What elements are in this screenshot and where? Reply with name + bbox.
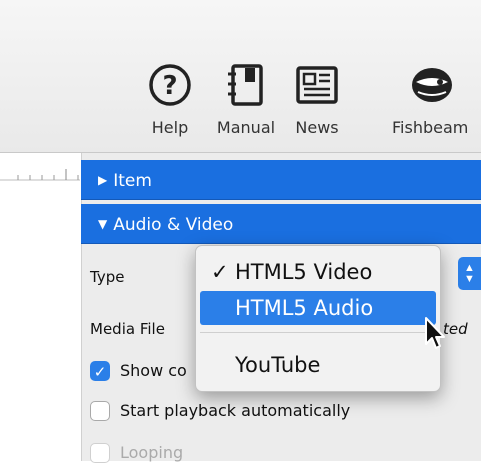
fishbeam-label: Fishbeam [392, 118, 469, 137]
start-playback-label: Start playback automatically [120, 401, 351, 420]
svg-text:?: ? [162, 71, 177, 101]
show-controls-label: Show co [120, 361, 187, 380]
question-circle-icon: ? [149, 64, 191, 106]
mouse-pointer-icon [425, 317, 445, 349]
type-select-stepper[interactable]: ▲ ▼ [458, 257, 481, 290]
menu-item-html5-video[interactable]: ✓ HTML5 Video [200, 255, 436, 289]
help-label: Help [151, 118, 189, 137]
manual-button[interactable]: Manual [208, 62, 284, 146]
type-label: Type [90, 268, 125, 286]
section-audio-video-title: Audio & Video [113, 215, 234, 235]
section-audio-video-header[interactable]: ▼ Audio & Video [81, 204, 481, 244]
fishbeam-button[interactable]: Fishbeam [392, 62, 481, 146]
help-button[interactable]: ? Help [132, 62, 208, 146]
disclosure-down-icon: ▼ [98, 217, 108, 231]
disclosure-right-icon: ▶ [98, 173, 108, 187]
menu-item-label: HTML5 Video [235, 260, 373, 284]
start-playback-checkbox[interactable]: Start playback automatically [90, 400, 410, 424]
looping-checkbox: Looping [90, 442, 250, 466]
ruler [0, 169, 80, 181]
media-file-label: Media File [90, 320, 165, 338]
chevron-up-icon: ▲ [464, 262, 475, 274]
newspaper-icon [296, 66, 338, 104]
checkbox-unchecked-icon [90, 443, 110, 463]
type-popup-menu: ✓ HTML5 Video HTML5 Audio YouTube [195, 245, 441, 392]
canvas-area [0, 153, 80, 461]
checkbox-unchecked-icon [90, 401, 110, 421]
manual-label: Manual [216, 118, 276, 137]
news-button[interactable]: News [279, 62, 355, 146]
toolbar: ? Help Manual News Fishbeam [0, 0, 481, 153]
section-item-header[interactable]: ▶ Item [81, 160, 481, 200]
menu-item-html5-audio[interactable]: HTML5 Audio [200, 291, 436, 325]
checkbox-checked-icon: ✓ [90, 361, 110, 381]
news-label: News [295, 118, 339, 137]
book-icon [228, 64, 263, 106]
chevron-down-icon: ▼ [464, 273, 475, 285]
checkmark-icon: ✓ [211, 260, 229, 284]
menu-separator [200, 332, 436, 333]
fish-icon [412, 68, 452, 102]
menu-item-label: YouTube [235, 353, 321, 377]
menu-item-label: HTML5 Audio [235, 296, 374, 320]
looping-label: Looping [120, 443, 184, 462]
section-item-title: Item [113, 171, 152, 191]
show-controls-checkbox[interactable]: ✓ Show co [90, 360, 200, 384]
menu-item-youtube[interactable]: YouTube [200, 348, 436, 382]
